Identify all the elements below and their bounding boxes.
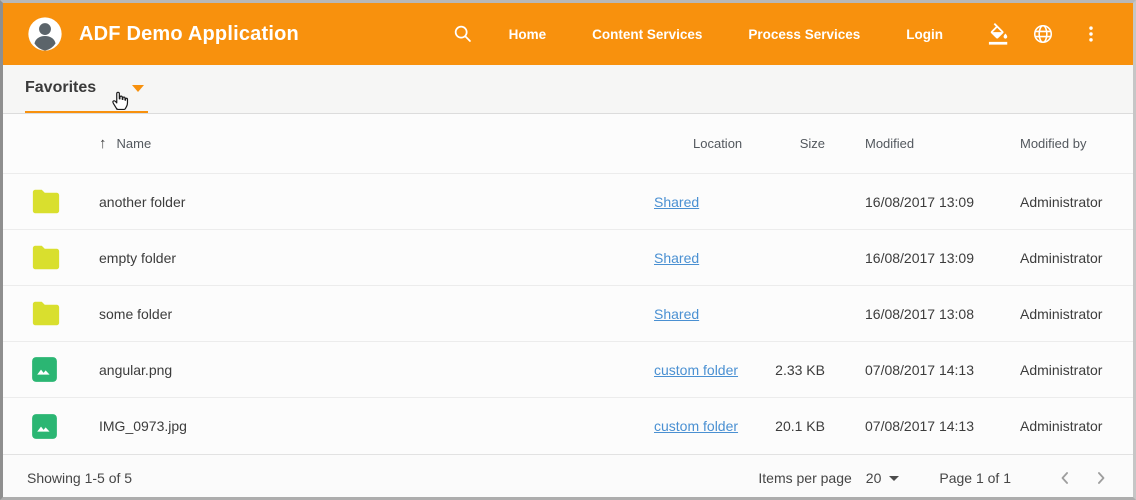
chevron-right-icon[interactable]: [1089, 466, 1113, 490]
row-location-link[interactable]: Shared: [654, 194, 699, 210]
row-modified: 07/08/2017 14:13: [829, 418, 994, 434]
row-name[interactable]: another folder: [99, 194, 619, 210]
app-header: ADF Demo Application Home Content Servic…: [3, 3, 1133, 65]
row-location-link[interactable]: custom folder: [654, 362, 738, 378]
caret-down-icon: [132, 85, 144, 92]
column-header-modified-by[interactable]: Modified by: [994, 136, 1107, 151]
image-file-icon: [31, 413, 58, 440]
row-name[interactable]: angular.png: [99, 362, 619, 378]
column-header-size[interactable]: Size: [744, 136, 829, 151]
main-nav: Home Content Services Process Services L…: [509, 27, 943, 42]
row-location-cell: custom folder: [619, 362, 744, 378]
nav-item-home[interactable]: Home: [509, 27, 547, 42]
table-header-row: ↑ Name Location Size Modified Modified b…: [3, 114, 1133, 174]
row-location-link[interactable]: custom folder: [654, 418, 738, 434]
tab-favorites-label: Favorites: [25, 79, 96, 97]
column-header-location[interactable]: Location: [619, 136, 744, 151]
table-row[interactable]: another folder Shared 16/08/2017 13:09 A…: [3, 174, 1133, 230]
row-modified: 07/08/2017 14:13: [829, 362, 994, 378]
nav-item-login[interactable]: Login: [906, 27, 943, 42]
globe-icon[interactable]: [1031, 22, 1055, 46]
row-modified-by: Administrator: [994, 194, 1107, 210]
image-file-icon: [31, 356, 58, 383]
nav-item-content-services[interactable]: Content Services: [592, 27, 702, 42]
search-icon[interactable]: [451, 22, 475, 46]
folder-icon: [31, 189, 61, 214]
nav-item-process-services[interactable]: Process Services: [748, 27, 860, 42]
appbar-icon-group: [987, 22, 1103, 46]
row-type-icon-cell: [31, 245, 99, 270]
showing-range-label: Showing 1-5 of 5: [27, 470, 132, 486]
table-row[interactable]: angular.png custom folder 2.33 KB 07/08/…: [3, 342, 1133, 398]
row-location-cell: Shared: [619, 194, 744, 210]
row-location-cell: Shared: [619, 250, 744, 266]
column-header-name-label: Name: [117, 136, 152, 151]
sort-ascending-icon: ↑: [99, 136, 107, 151]
row-modified-by: Administrator: [994, 306, 1107, 322]
row-modified-by: Administrator: [994, 250, 1107, 266]
row-location-cell: custom folder: [619, 418, 744, 434]
document-list: ↑ Name Location Size Modified Modified b…: [3, 114, 1133, 454]
row-modified-by: Administrator: [994, 418, 1107, 434]
kebab-menu-icon[interactable]: [1079, 22, 1103, 46]
format-color-fill-icon[interactable]: [987, 22, 1011, 46]
row-location-link[interactable]: Shared: [654, 250, 699, 266]
column-header-name[interactable]: ↑ Name: [99, 136, 619, 151]
page-range-label: Page 1 of 1: [939, 470, 1011, 486]
row-size: 2.33 KB: [744, 362, 829, 378]
row-location-link[interactable]: Shared: [654, 306, 699, 322]
row-type-icon-cell: [31, 356, 99, 383]
row-type-icon-cell: [31, 301, 99, 326]
chevron-left-icon[interactable]: [1053, 466, 1077, 490]
table-row[interactable]: empty folder Shared 16/08/2017 13:09 Adm…: [3, 230, 1133, 286]
table-body: another folder Shared 16/08/2017 13:09 A…: [3, 174, 1133, 454]
folder-icon: [31, 301, 61, 326]
user-avatar-icon[interactable]: [27, 16, 63, 52]
row-name[interactable]: empty folder: [99, 250, 619, 266]
row-modified-by: Administrator: [994, 362, 1107, 378]
table-row[interactable]: some folder Shared 16/08/2017 13:08 Admi…: [3, 286, 1133, 342]
row-name[interactable]: some folder: [99, 306, 619, 322]
app-title: ADF Demo Application: [79, 23, 299, 46]
tab-favorites[interactable]: Favorites: [25, 65, 148, 113]
items-per-page-label: Items per page: [758, 470, 851, 486]
caret-down-icon: [889, 476, 899, 481]
row-modified: 16/08/2017 13:09: [829, 194, 994, 210]
row-name[interactable]: IMG_0973.jpg: [99, 418, 619, 434]
items-per-page-value: 20: [866, 470, 882, 486]
row-type-icon-cell: [31, 189, 99, 214]
folder-icon: [31, 245, 61, 270]
row-modified: 16/08/2017 13:09: [829, 250, 994, 266]
column-header-modified[interactable]: Modified: [829, 136, 994, 151]
view-tabbar: Favorites: [3, 65, 1133, 114]
app-window: ADF Demo Application Home Content Servic…: [0, 0, 1136, 500]
row-type-icon-cell: [31, 413, 99, 440]
items-per-page-select[interactable]: 20: [866, 470, 900, 486]
row-size: 20.1 KB: [744, 418, 829, 434]
table-row[interactable]: IMG_0973.jpg custom folder 20.1 KB 07/08…: [3, 398, 1133, 454]
paginator: Showing 1-5 of 5 Items per page 20 Page …: [3, 454, 1133, 497]
row-modified: 16/08/2017 13:08: [829, 306, 994, 322]
row-location-cell: Shared: [619, 306, 744, 322]
